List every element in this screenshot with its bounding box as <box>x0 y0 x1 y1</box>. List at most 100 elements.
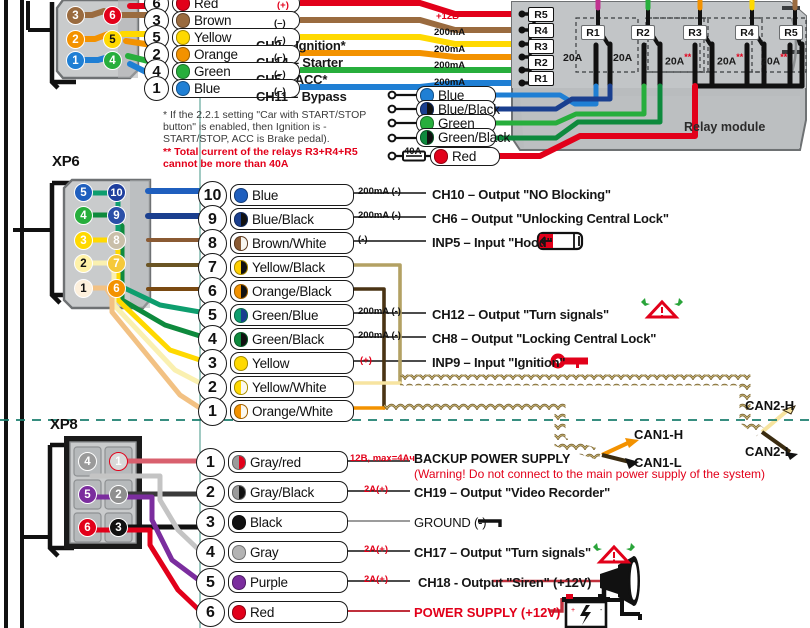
wire-swatch <box>234 379 248 395</box>
wire-swatch <box>232 574 246 590</box>
top-row-current-3: 200mA <box>434 27 466 38</box>
xp8-row-current-5: 2A(+) <box>364 574 389 585</box>
xp8-pin-4[interactable]: 4 <box>78 452 97 471</box>
xp6-pin-left-2[interactable]: 2 <box>74 254 93 273</box>
xp6-row-pill-5[interactable]: Green/Blue <box>230 304 354 326</box>
relay-input-pill-red[interactable]: Red <box>430 147 500 166</box>
top-pin-right-5[interactable]: 5 <box>103 30 122 49</box>
xp8-row-pill-2[interactable]: Gray/Black <box>228 481 348 503</box>
xp8-row-circle-4[interactable]: 4 <box>196 538 225 567</box>
xp6-pin-left-4[interactable]: 4 <box>74 206 93 225</box>
xp6-pin-right-9[interactable]: 9 <box>107 206 126 225</box>
xp6-row-current-9: 200mA (-) <box>358 210 401 221</box>
xp6-pin-right-10[interactable]: 10 <box>107 183 126 202</box>
xp6-row-current-10: 200mA (-) <box>358 186 401 197</box>
relay-module-label: Relay module <box>684 120 766 134</box>
xp6-row-current-5: 200mA (-) <box>358 306 401 317</box>
wire-swatch <box>176 64 190 79</box>
wire-swatch <box>234 307 248 323</box>
wire-swatch <box>234 355 248 371</box>
xp6-pin-right-8[interactable]: 8 <box>107 231 126 250</box>
top-pin-left-2[interactable]: 2 <box>66 30 85 49</box>
xp6-pin-left-1[interactable]: 1 <box>74 279 93 298</box>
xp8-row-pill-5[interactable]: Purple <box>228 571 348 593</box>
xp8-pin-5[interactable]: 5 <box>78 485 97 504</box>
wire-swatch <box>234 403 248 419</box>
xp6-row-desc-ch12: CH12 – Output "Turn signals" <box>432 307 609 322</box>
wire-swatch <box>232 544 246 560</box>
xp8-row-circle-6[interactable]: 6 <box>196 598 225 627</box>
top-pin-left-3[interactable]: 3 <box>66 6 85 25</box>
xp6-row-desc-ch10: CH10 – Output "NO Blocking" <box>432 187 611 202</box>
xp6-row-pill-8[interactable]: Brown/White <box>230 232 354 254</box>
xp6-pin-right-6[interactable]: 6 <box>107 279 126 298</box>
xp8-row-current-1: 12B, max=4Aч <box>350 453 415 464</box>
top-row-current-2: 200mA <box>434 60 466 71</box>
xp8-row-circle-2[interactable]: 2 <box>196 478 225 507</box>
relay-contact-R3-label: R3 <box>683 25 707 40</box>
footnote-relay-current: ** Total current of the relays R3+R4+R5 … <box>163 146 358 170</box>
footnote-start-stop: * If the 2.2.1 setting "Car with START/S… <box>163 109 367 145</box>
xp6-row-pill-6[interactable]: Orange/Black <box>230 280 354 302</box>
xp6-pin-left-5[interactable]: 5 <box>74 183 93 202</box>
hazard-icon-ch12 <box>641 298 683 319</box>
relay-coil-R5: R5 <box>528 7 554 22</box>
relay-input-fuse-label: 40A <box>404 146 422 157</box>
xp6-row-desc-inp9: INP9 – Input "Ignition" <box>432 355 566 370</box>
top-pin-right-4[interactable]: 4 <box>103 51 122 70</box>
xp6-row-pill-9[interactable]: Blue/Black <box>230 208 354 230</box>
xp6-pin-left-3[interactable]: 3 <box>74 231 93 250</box>
xp8-row-pill-3[interactable]: Black <box>228 511 348 533</box>
xp8-row-current-4: 2A(+) <box>364 544 389 555</box>
xp8-row-pill-4[interactable]: Gray <box>228 541 348 563</box>
relay-contact-R1-label: R1 <box>581 25 605 40</box>
relay-fuse-R4: 20A** <box>717 52 744 68</box>
xp8-row-desc-ch19: CH19 – Output "Video Recorder" <box>414 485 611 500</box>
xp6-row-desc-ch8: CH8 – Output "Locking Central Lock" <box>432 331 657 346</box>
left-bus-brackets <box>4 0 50 628</box>
relay-coil-R3: R3 <box>528 39 554 54</box>
xp8-row-pill-6[interactable]: Red <box>228 601 348 623</box>
xp8-row-desc-ch18: CH18 - Output "Siren" (+12V) <box>418 575 592 590</box>
xp6-row-pill-10[interactable]: Blue <box>230 184 354 206</box>
xp6-row-pill-2[interactable]: Yellow/White <box>230 376 354 398</box>
relay-fuse-R1: 20A <box>563 52 583 64</box>
top-pin-left-1[interactable]: 1 <box>66 51 85 70</box>
xp8-pin-6[interactable]: 6 <box>78 518 97 537</box>
xp8-row-circle-3[interactable]: 3 <box>196 508 225 537</box>
xp8-pin-3[interactable]: 3 <box>109 518 128 537</box>
svg-text:+: + <box>571 607 575 614</box>
wire-swatch <box>176 81 190 96</box>
xp6-row-circle-1[interactable]: 1 <box>198 397 227 426</box>
xp8-row-pill-1[interactable]: Gray/red <box>228 451 348 473</box>
wire-swatch <box>232 604 246 620</box>
xp8-pin-2[interactable]: 2 <box>109 485 128 504</box>
xp8-row-desc-ch17: CH17 – Output "Turn signals" <box>414 545 591 560</box>
xp6-row-pill-7[interactable]: Yellow/Black <box>230 256 354 278</box>
wire-swatch <box>234 187 248 203</box>
can2-l-label: CAN2-L <box>745 444 793 459</box>
xp8-pin-1[interactable]: 1 <box>109 452 128 471</box>
wire-swatch <box>232 454 246 470</box>
xp6-row-pill-1[interactable]: Orange/White <box>230 400 354 422</box>
wiring-diagram: + - 3 2 1 6 5 4 6 Red (+) +12B 3 Brown (… <box>0 0 810 628</box>
xp6-row-current-3: (+) <box>360 355 372 366</box>
relay-contact-R5-label: R5 <box>779 25 803 40</box>
relay-contact-R2-label: R2 <box>631 25 655 40</box>
wire-swatch <box>234 259 248 275</box>
xp8-row-circle-1[interactable]: 1 <box>196 448 225 477</box>
wire-swatch <box>434 149 448 164</box>
top-pin-right-6[interactable]: 6 <box>103 6 122 25</box>
wire-swatch <box>176 13 190 28</box>
relay-contact-R4-label: R4 <box>735 25 759 40</box>
top-row-circle-1[interactable]: 1 <box>144 76 169 101</box>
relay-coil-R4: R4 <box>528 23 554 38</box>
relay-input-pill-green-black[interactable]: Green/Black <box>416 128 510 147</box>
relay-coil-R1: R1 <box>528 71 554 86</box>
xp8-row-desc-power: POWER SUPPLY (+12V) <box>414 605 561 620</box>
xp6-row-pill-4[interactable]: Green/Black <box>230 328 354 350</box>
xp6-row-pill-3[interactable]: Yellow <box>230 352 354 374</box>
xp6-pin-right-7[interactable]: 7 <box>107 254 126 273</box>
xp8-row-circle-5[interactable]: 5 <box>196 568 225 597</box>
can2-h-label: CAN2-H <box>745 398 795 413</box>
